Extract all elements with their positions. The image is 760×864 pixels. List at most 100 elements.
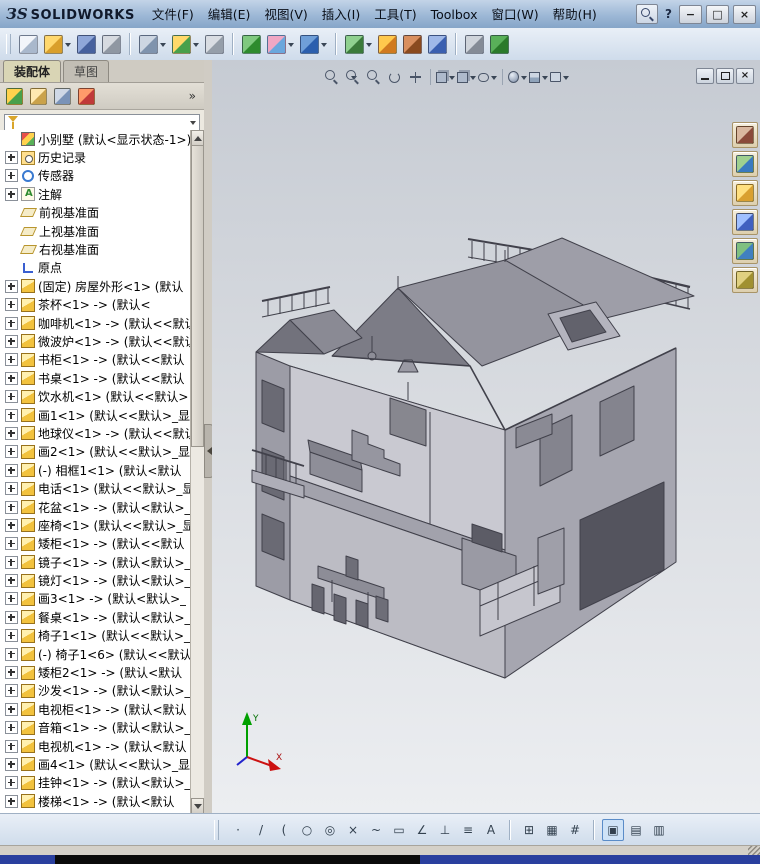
tree-item[interactable]: 画2<1> (默认<<默认>_显示 bbox=[0, 443, 191, 461]
tree-item[interactable]: 电视机<1> -> (默认<默认 bbox=[0, 737, 191, 755]
minimize-button[interactable]: − bbox=[679, 4, 702, 24]
zoom-to-area-dropdown-caret[interactable] bbox=[350, 75, 357, 83]
tree-item[interactable]: 镜子<1> -> (默认<默认>_ bbox=[0, 553, 191, 571]
rebuild-button[interactable] bbox=[240, 32, 263, 56]
snap-settings-button[interactable]: # bbox=[564, 819, 586, 841]
tree-item[interactable]: 音箱<1> -> (默认<默认>_ bbox=[0, 719, 191, 737]
tree-item[interactable]: 注解 bbox=[0, 185, 191, 203]
tree-item[interactable]: 花盆<1> -> (默认<默认>_ bbox=[0, 498, 191, 516]
sketch-rectangle-button[interactable]: ▭ bbox=[388, 819, 410, 841]
panel-overflow-chevron[interactable]: » bbox=[189, 89, 200, 103]
expand-toggle[interactable] bbox=[5, 445, 18, 459]
tree-item[interactable]: (固定) 房屋外形<1> (默认 bbox=[0, 277, 191, 295]
hide-show-items-dropdown-caret[interactable] bbox=[491, 75, 497, 83]
design-library-button[interactable] bbox=[732, 151, 758, 177]
toolbar-grip[interactable] bbox=[6, 34, 11, 54]
zoom-to-fit-button[interactable] bbox=[322, 68, 341, 86]
view-palette-button[interactable] bbox=[732, 238, 758, 264]
doc-close-button[interactable]: × bbox=[736, 68, 754, 84]
expand-toggle[interactable] bbox=[5, 169, 18, 183]
rotate-view-button[interactable] bbox=[385, 68, 404, 86]
expand-toggle[interactable] bbox=[5, 500, 18, 514]
doc-minimize-button[interactable] bbox=[696, 68, 714, 84]
tree-item[interactable]: 餐桌<1> -> (默认<默认>_ bbox=[0, 608, 191, 626]
tree-item[interactable]: 挂钟<1> -> (默认<默认>_ bbox=[0, 774, 191, 792]
sketch-line-button[interactable]: / bbox=[250, 819, 272, 841]
close-button[interactable]: × bbox=[733, 4, 756, 24]
sketch-button[interactable] bbox=[298, 32, 329, 56]
expand-toggle[interactable] bbox=[5, 684, 18, 698]
tree-item[interactable]: 沙发<1> -> (默认<默认>_ bbox=[0, 682, 191, 700]
tree-item[interactable]: 镜灯<1> -> (默认<默认>_ bbox=[0, 571, 191, 589]
expand-toggle[interactable] bbox=[5, 390, 18, 404]
measure-button[interactable] bbox=[426, 32, 449, 56]
search-icon[interactable] bbox=[636, 4, 659, 24]
sketch-point-button[interactable]: · bbox=[227, 819, 249, 841]
sketch-toolbar-grip[interactable] bbox=[214, 820, 219, 840]
make-drawing-button[interactable] bbox=[137, 32, 168, 56]
tree-item[interactable]: 前视基准面 bbox=[0, 204, 191, 222]
sketch-text-button[interactable]: A bbox=[480, 819, 502, 841]
resize-grip[interactable] bbox=[748, 846, 760, 855]
tree-item[interactable]: 历史记录 bbox=[0, 148, 191, 166]
expand-toggle[interactable] bbox=[5, 334, 18, 348]
sketch-trim-button[interactable]: × bbox=[342, 819, 364, 841]
expand-toggle[interactable] bbox=[5, 279, 18, 293]
configuration-manager-tab[interactable] bbox=[52, 86, 72, 106]
expand-toggle[interactable] bbox=[5, 537, 18, 551]
display-style-dropdown-caret[interactable] bbox=[470, 75, 476, 83]
expand-toggle[interactable] bbox=[5, 757, 18, 771]
menu-item[interactable]: 窗口(W) bbox=[484, 1, 545, 28]
expand-toggle[interactable] bbox=[5, 574, 18, 588]
tree-item[interactable]: 座椅<1> (默认<<默认>_显 bbox=[0, 516, 191, 534]
assembly-tools-button[interactable] bbox=[343, 32, 374, 56]
tree-item[interactable]: 楼梯<1> -> (默认<默认 bbox=[0, 792, 191, 810]
sketch-circle-button[interactable]: ○ bbox=[296, 819, 318, 841]
expand-toggle[interactable] bbox=[5, 316, 18, 330]
edit-appearance-button[interactable] bbox=[508, 68, 527, 86]
print-button[interactable] bbox=[203, 32, 226, 56]
tree-item[interactable]: 传感器 bbox=[0, 167, 191, 185]
tab-sketch[interactable]: 草图 bbox=[63, 60, 110, 82]
hide-show-items-button[interactable] bbox=[478, 68, 497, 86]
expand-toggle[interactable] bbox=[5, 426, 18, 440]
feature-manager-tab[interactable] bbox=[4, 86, 24, 106]
display-manager-tab[interactable] bbox=[76, 86, 96, 106]
expand-toggle[interactable] bbox=[5, 647, 18, 661]
tree-item[interactable]: 微波炉<1> -> (默认<<默认 bbox=[0, 332, 191, 350]
expand-toggle[interactable] bbox=[5, 702, 18, 716]
tree-item[interactable]: (-) 相框1<1> (默认<默认 bbox=[0, 461, 191, 479]
tree-item[interactable]: 椅子1<1> (默认<<默认>_显 bbox=[0, 627, 191, 645]
tab-assembly[interactable]: 装配体 bbox=[3, 60, 62, 82]
expand-toggle[interactable] bbox=[5, 721, 18, 735]
tree-item[interactable]: 电话<1> (默认<<默认>_显 bbox=[0, 479, 191, 497]
edit-appearance-dropdown-caret[interactable] bbox=[521, 75, 527, 83]
menu-item[interactable]: 编辑(E) bbox=[201, 1, 258, 28]
filter-dropdown-caret[interactable] bbox=[190, 121, 196, 128]
doc-restore-button[interactable] bbox=[716, 68, 734, 84]
sketch-relations-button[interactable]: ⊥ bbox=[434, 819, 456, 841]
tree-item[interactable]: 饮水机<1> (默认<<默认> bbox=[0, 387, 191, 405]
grid-settings-button[interactable]: ⊞ bbox=[518, 819, 540, 841]
tree-item[interactable]: 矮柜<1> -> (默认<<默认 bbox=[0, 535, 191, 553]
grid-display-button[interactable]: ▦ bbox=[541, 819, 563, 841]
tree-item[interactable]: 书柜<1> -> (默认<<默认 bbox=[0, 351, 191, 369]
scroll-up-button[interactable] bbox=[191, 130, 204, 146]
view-orientation-button[interactable] bbox=[436, 68, 455, 86]
expand-toggle[interactable] bbox=[5, 408, 18, 422]
tree-item[interactable]: 小别墅 (默认<显示状态-1>) bbox=[0, 130, 191, 148]
sketch-pattern-button[interactable]: ≡ bbox=[457, 819, 479, 841]
tree-item[interactable]: 画1<1> (默认<<默认>_显示 bbox=[0, 406, 191, 424]
tree-item[interactable]: 上视基准面 bbox=[0, 222, 191, 240]
tree-item[interactable]: 书桌<1> -> (默认<<默认 bbox=[0, 369, 191, 387]
expand-toggle[interactable] bbox=[5, 482, 18, 496]
make-assembly-dropdown-caret[interactable] bbox=[193, 42, 199, 50]
open-dropdown-caret[interactable] bbox=[65, 42, 71, 50]
sketch-spline-button[interactable]: ~ bbox=[365, 819, 387, 841]
appearances-scenes-button[interactable] bbox=[732, 267, 758, 293]
sketch-dropdown-caret[interactable] bbox=[321, 42, 327, 50]
expand-toggle[interactable] bbox=[5, 353, 18, 367]
tree-scrollbar[interactable] bbox=[190, 130, 204, 814]
edit-color-dropdown-caret[interactable] bbox=[288, 42, 294, 50]
tree-item[interactable]: 右视基准面 bbox=[0, 240, 191, 258]
